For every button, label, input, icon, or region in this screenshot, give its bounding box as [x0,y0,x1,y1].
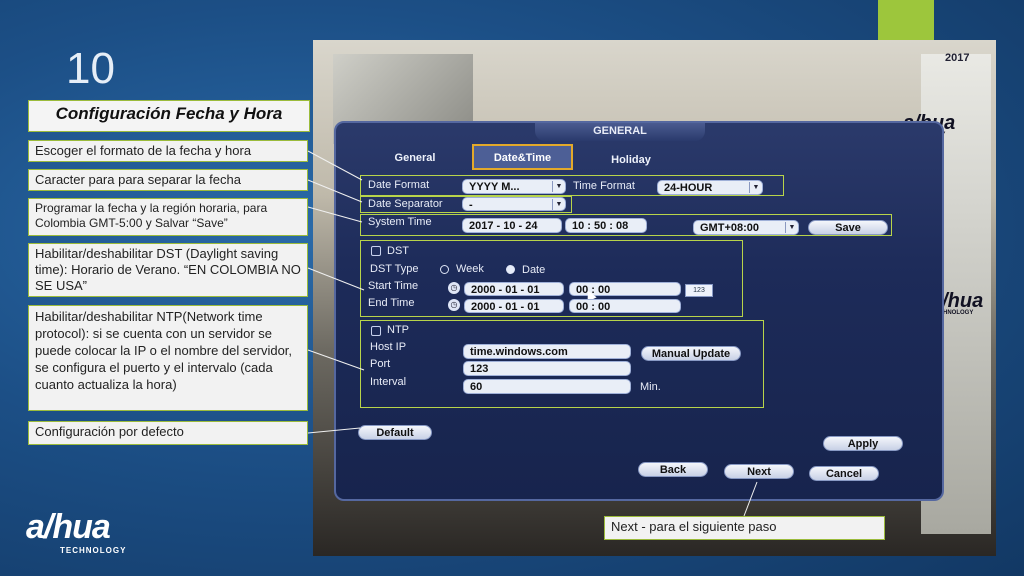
leader-date-separator [307,179,363,203]
leader-next [743,481,758,517]
leader-dst [307,267,365,291]
leader-system-time [307,206,363,223]
callout-leader-lines [307,150,758,517]
leader-default [307,427,361,434]
leader-ntp [307,349,365,371]
leader-date-format [307,150,363,181]
